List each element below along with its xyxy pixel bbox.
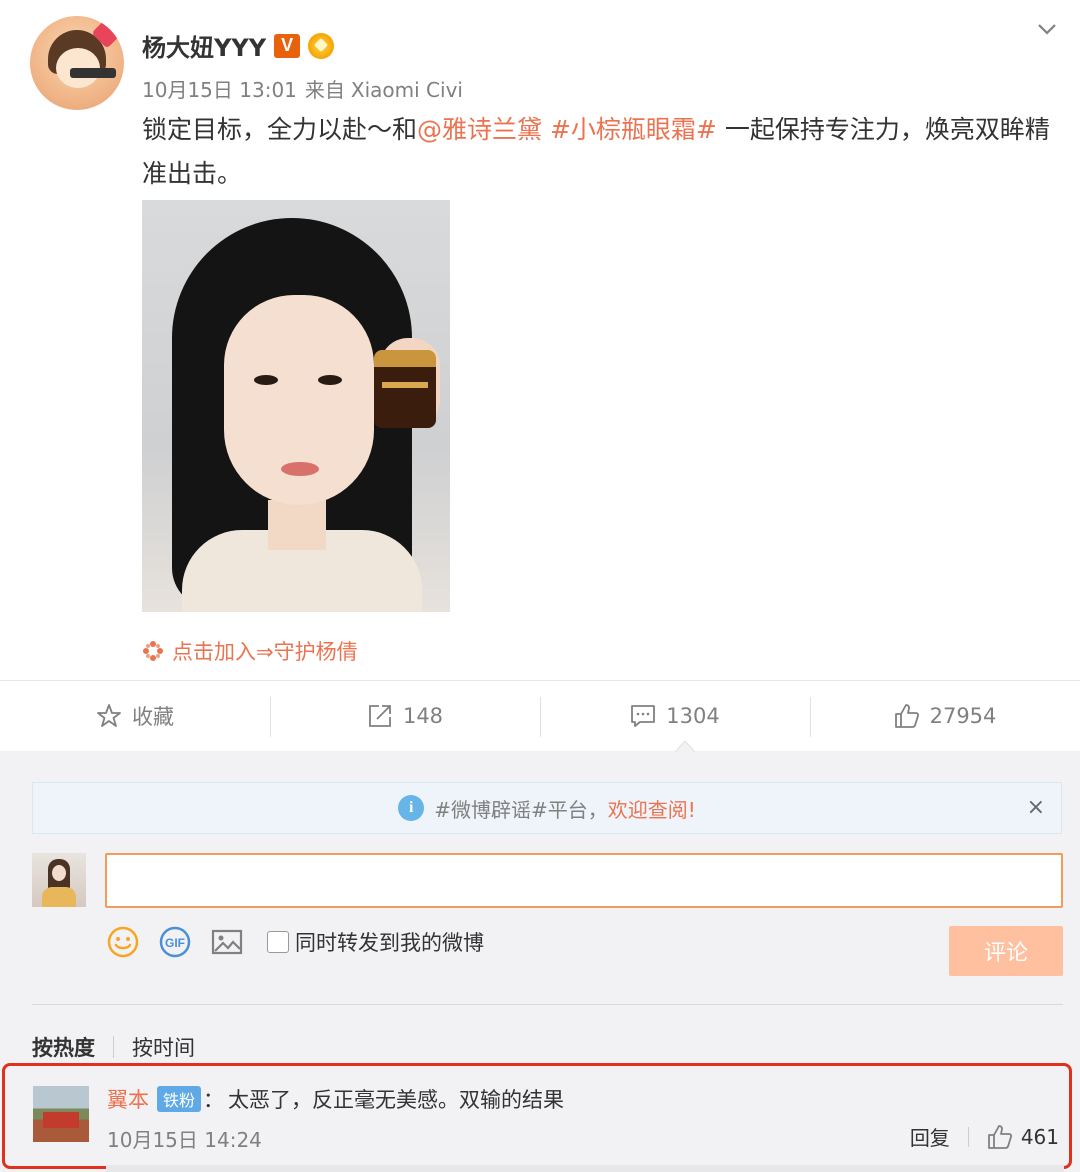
star-icon: [97, 704, 121, 727]
post-timestamp[interactable]: 10月15日 13:01: [142, 78, 297, 102]
name-row: 杨大妞YYY V: [142, 28, 335, 63]
image-icon: [211, 929, 243, 955]
forward-label: 同时转发到我的微博: [295, 931, 484, 955]
comment-text: 太恶了，反正毫无美感。双输的结果: [228, 1088, 565, 1112]
favorite-button[interactable]: 收藏: [0, 681, 270, 751]
source-prefix: 来自: [304, 78, 345, 102]
image-button[interactable]: [209, 924, 245, 960]
close-icon[interactable]: ×: [1027, 795, 1045, 820]
composer-tools: GIF 同时转发到我的微博: [105, 924, 484, 960]
info-icon: i: [398, 795, 425, 821]
post-meta: 10月15日 13:01 来自 Xiaomi Civi: [142, 74, 471, 103]
comment-like-count: 461: [1020, 1124, 1059, 1149]
repost-button[interactable]: 148: [270, 681, 540, 751]
comment-input[interactable]: [105, 853, 1063, 908]
repost-count: 148: [402, 704, 444, 728]
commenter-avatar-detail: [43, 1112, 79, 1128]
join-link[interactable]: 点击加入⇒守护杨倩: [142, 636, 358, 666]
sort-tabs: 按热度 按时间: [32, 1032, 195, 1062]
like-button[interactable]: 27954: [810, 681, 1080, 751]
medal-icon[interactable]: [308, 32, 335, 59]
thumbs-up-icon: [987, 1124, 1012, 1149]
user-avatar[interactable]: [30, 16, 124, 110]
comment-line: 翼本 铁粉 ： 太恶了，反正毫无美感。双输的结果: [107, 1084, 564, 1114]
photo-cream-jar: [374, 350, 436, 428]
comment-icon: [631, 705, 656, 727]
weibo-post: 杨大妞YYY V 10月15日 13:01 来自 Xiaomi Civi 锁定目标，…: [0, 0, 1080, 680]
user-name[interactable]: 杨大妞YYY: [142, 28, 266, 63]
comment-colon: ：: [203, 1088, 225, 1112]
next-comment-edge: [106, 1165, 1064, 1172]
join-link-label: 点击加入⇒守护杨倩: [172, 640, 358, 664]
svg-text:GIF: GIF: [165, 936, 185, 950]
post-content: 锁定目标，全力以赴～和@雅诗兰黛 #小棕瓶眼霜# 一起保持专注力，焕亮双眸精准出…: [142, 108, 1066, 196]
submit-comment-button[interactable]: 评论: [949, 926, 1063, 976]
comment-time: 10月15日 14:24: [107, 1128, 262, 1152]
thumbs-up-icon: [894, 704, 919, 728]
sort-by-hot-tab[interactable]: 按热度: [32, 1032, 95, 1062]
comment-caret: [675, 741, 695, 752]
chevron-down-icon[interactable]: [1036, 18, 1058, 40]
comment-action-separator: [967, 1126, 969, 1147]
comment-count: 1304: [666, 704, 720, 728]
photo-eye-right: [318, 375, 342, 385]
reply-button[interactable]: 回复: [910, 1122, 950, 1151]
comment-item: 翼本 铁粉 ： 太恶了，反正毫无美感。双输的结果 10月15日 14:24 回复…: [2, 1063, 1072, 1169]
gif-icon: GIF: [159, 926, 191, 958]
rumor-notice: i #微博辟谣#平台，欢迎查阅! ×: [32, 782, 1062, 834]
notice-topic[interactable]: #微博辟谣#平台，: [434, 798, 608, 822]
notice-link[interactable]: 欢迎查阅!: [608, 798, 696, 822]
emoji-button[interactable]: [105, 924, 141, 960]
divider: [32, 1004, 1063, 1005]
flower-icon: [143, 641, 163, 661]
forward-checkbox[interactable]: [267, 931, 289, 953]
favorite-label: 收藏: [132, 705, 174, 729]
share-icon: [369, 705, 391, 727]
action-bar: 收藏 148 1304 27954: [0, 681, 1080, 751]
content-text: 锁定目标，全力以赴～和: [142, 115, 418, 144]
smiley-icon: [107, 926, 139, 958]
forward-option[interactable]: 同时转发到我的微博: [267, 927, 484, 957]
photo-neck: [268, 500, 326, 550]
avatar-rifle: [70, 68, 116, 78]
my-avatar-face: [52, 865, 66, 881]
photo-eye-left: [254, 375, 278, 385]
commenter-name[interactable]: 翼本: [107, 1084, 149, 1114]
photo-jar-label: [382, 382, 428, 388]
sort-by-time-tab[interactable]: 按时间: [132, 1032, 195, 1062]
source-device: Xiaomi Civi: [350, 78, 463, 102]
fan-badge: 铁粉: [157, 1086, 202, 1112]
comment-like-button[interactable]: 461: [987, 1124, 1059, 1150]
gif-button[interactable]: GIF: [157, 924, 193, 960]
photo-lips: [281, 462, 319, 476]
like-count: 27954: [929, 704, 997, 728]
my-avatar: [32, 853, 86, 907]
verified-badge[interactable]: V: [274, 33, 301, 58]
post-image[interactable]: [142, 200, 450, 612]
comment-actions: 回复 461: [910, 1122, 1059, 1151]
topic-link[interactable]: #小棕瓶眼霜#: [550, 115, 717, 144]
commenter-avatar[interactable]: [33, 1086, 89, 1142]
sort-separator: [113, 1036, 114, 1058]
mention-link[interactable]: @雅诗兰黛: [417, 115, 542, 144]
my-avatar-body: [42, 887, 76, 907]
